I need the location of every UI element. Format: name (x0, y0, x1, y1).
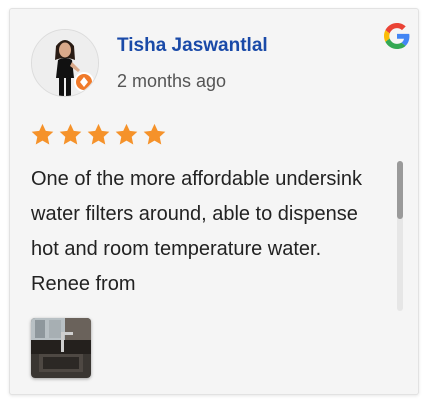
review-card: Tisha Jaswantlal 2 months ago One of the… (9, 8, 419, 395)
review-photo (31, 318, 91, 378)
avatar[interactable] (31, 29, 99, 97)
scrollbar-thumb[interactable] (397, 161, 403, 219)
review-photo-thumbnail[interactable] (31, 318, 91, 378)
star-icon (114, 122, 139, 147)
star-icon (30, 122, 55, 147)
star-icon (142, 122, 167, 147)
local-guide-badge-icon (74, 72, 94, 92)
review-time: 2 months ago (117, 71, 227, 91)
reviewer-name-link[interactable]: Tisha Jaswantlal (117, 35, 268, 57)
star-icon (86, 122, 111, 147)
star-icon (58, 122, 83, 147)
google-icon (384, 23, 410, 49)
star-rating (30, 122, 167, 147)
review-scrollbar[interactable] (397, 161, 403, 311)
review-text: One of the more affordable undersink wat… (31, 168, 362, 295)
review-text-container[interactable]: One of the more affordable undersink wat… (31, 162, 376, 312)
